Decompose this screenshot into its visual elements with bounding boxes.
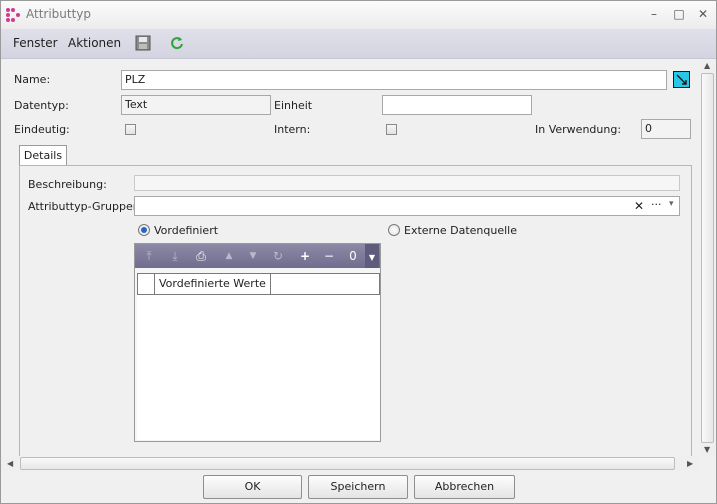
vordefiniert-label: Vordefiniert <box>154 224 219 237</box>
maximize-icon[interactable]: □ <box>669 6 689 22</box>
app-logo-icon <box>6 8 22 22</box>
externe-datenquelle-label: Externe Datenquelle <box>404 224 517 237</box>
name-input[interactable]: PLZ <box>121 70 667 90</box>
more-icon[interactable]: ··· <box>651 198 662 211</box>
beschreibung-input[interactable] <box>134 175 680 191</box>
column-header-empty <box>271 274 379 294</box>
save-button[interactable]: Speichern <box>308 475 408 499</box>
attributtyp-window: Attributtyp – □ ✕ Fenster Aktionen Name:… <box>0 0 717 504</box>
first-record-icon[interactable]: ⤒ <box>141 248 157 264</box>
last-record-icon[interactable]: ⤓ <box>167 248 183 264</box>
tab-details[interactable]: Details <box>19 145 67 167</box>
scroll-up-icon[interactable]: ▲ <box>704 61 710 70</box>
name-label: Name: <box>14 73 51 86</box>
remove-icon[interactable]: − <box>321 248 337 264</box>
move-up-icon[interactable]: ▲ <box>221 248 237 264</box>
horizontal-scroll-thumb[interactable] <box>20 457 675 470</box>
grid-toolbar: ⤒ ⤓ ⎙ ▲ ▼ ↻ + − 0 ▼ <box>135 244 380 268</box>
in-verwendung-label: In Verwendung: <box>535 123 622 136</box>
add-icon[interactable]: + <box>297 248 313 264</box>
eindeutig-checkbox[interactable] <box>125 124 136 135</box>
in-verwendung-field: 0 <box>641 119 691 139</box>
vertical-scroll-thumb[interactable] <box>701 73 714 443</box>
einheit-label: Einheit <box>274 99 313 112</box>
cancel-button[interactable]: Abbrechen <box>414 475 515 499</box>
vordefinierte-werte-grid: ⤒ ⤓ ⎙ ▲ ▼ ↻ + − 0 ▼ Vordefinierte Werte <box>134 243 381 442</box>
window-title: Attributtyp <box>26 7 92 21</box>
minimize-icon[interactable]: – <box>644 6 664 22</box>
grid-body[interactable] <box>137 295 380 440</box>
row-selector-header <box>138 274 155 294</box>
grid-header: Vordefinierte Werte <box>137 273 380 295</box>
horizontal-scrollbar[interactable]: ◀ ▶ <box>1 456 701 472</box>
toolbar-overflow-icon[interactable]: ▼ <box>365 244 379 268</box>
externe-datenquelle-radio[interactable] <box>388 224 400 236</box>
column-header-vordefinierte-werte[interactable]: Vordefinierte Werte <box>155 274 271 294</box>
scroll-down-icon[interactable]: ▼ <box>704 445 710 454</box>
gruppen-label: Attributtyp-Gruppen: <box>28 200 144 213</box>
dropdown-icon[interactable]: ▾ <box>669 199 674 209</box>
vertical-scrollbar[interactable]: ▲ ▼ <box>700 59 716 456</box>
move-down-icon[interactable]: ▼ <box>245 248 261 264</box>
datentyp-field: Text <box>121 95 271 115</box>
beschreibung-label: Beschreibung: <box>28 178 107 191</box>
menu-aktionen[interactable]: Aktionen <box>68 36 121 50</box>
refresh-icon[interactable] <box>169 35 185 51</box>
print-icon[interactable]: ⎙ <box>193 248 209 264</box>
ok-button[interactable]: OK <box>203 475 302 499</box>
link-picker-icon[interactable] <box>673 71 690 88</box>
menu-bar: Fenster Aktionen <box>1 29 716 59</box>
vordefiniert-radio[interactable] <box>138 224 150 236</box>
save-icon[interactable] <box>135 35 151 51</box>
intern-checkbox[interactable] <box>386 124 397 135</box>
reload-icon[interactable]: ↻ <box>270 248 286 264</box>
scroll-right-icon[interactable]: ▶ <box>687 459 693 468</box>
einheit-input[interactable] <box>382 95 532 115</box>
intern-label: Intern: <box>274 123 311 136</box>
close-icon[interactable]: ✕ <box>693 6 713 22</box>
gruppen-input[interactable] <box>134 196 680 216</box>
eindeutig-label: Eindeutig: <box>14 123 70 136</box>
clear-icon[interactable]: ✕ <box>634 199 644 213</box>
menu-fenster[interactable]: Fenster <box>13 36 58 50</box>
grid-count: 0 <box>349 249 357 263</box>
attributtyp-form: Name: PLZ Datentyp: Text Einheit Eindeut… <box>1 59 701 457</box>
title-bar: Attributtyp – □ ✕ <box>1 1 716 29</box>
datentyp-label: Datentyp: <box>14 99 69 112</box>
scroll-left-icon[interactable]: ◀ <box>7 459 13 468</box>
